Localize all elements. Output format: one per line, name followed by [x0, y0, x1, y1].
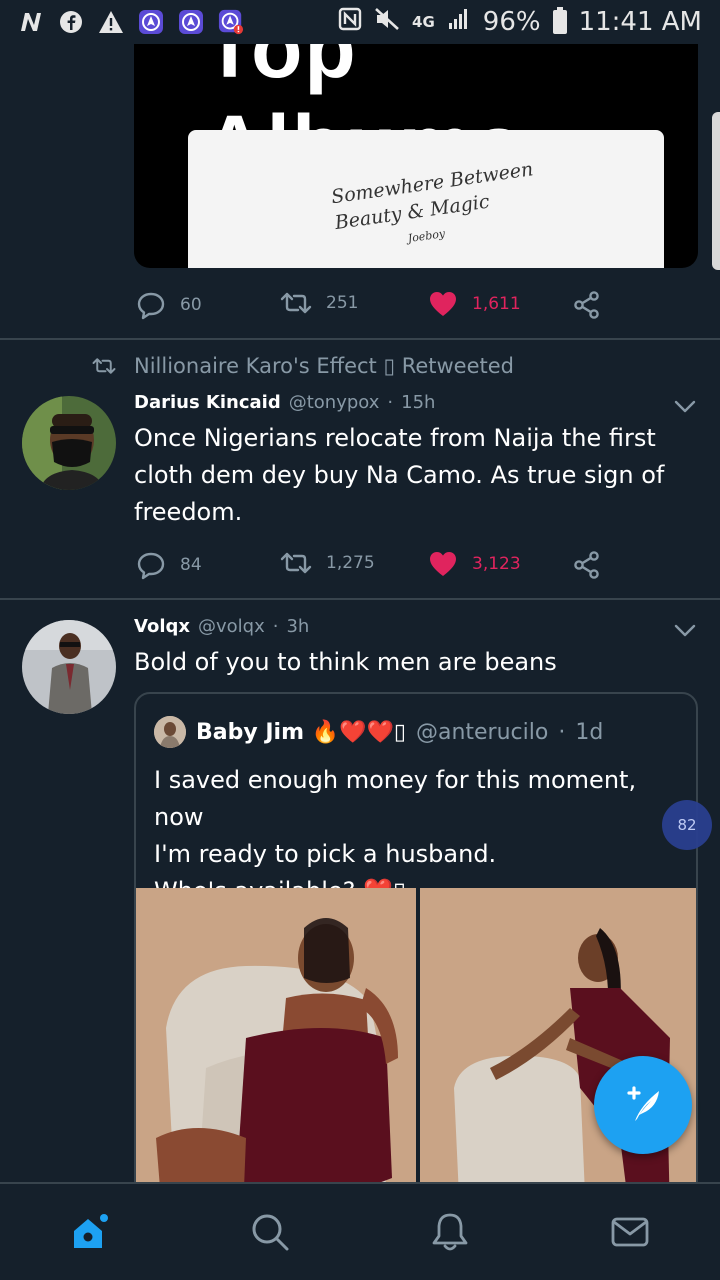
quoted-tweet-header: Baby Jim 🔥❤️❤️▯ @anterucilo · 1d [154, 716, 603, 748]
share-icon [574, 551, 599, 579]
clock: 11:41 AM [578, 7, 702, 37]
avatar[interactable] [22, 620, 116, 714]
share-button[interactable] [572, 550, 602, 580]
search-icon [252, 1214, 289, 1251]
retweeted-by-label: Nillionaire Karo's Effect ▯ Retweeted [134, 354, 514, 378]
reply-icon [137, 292, 165, 320]
separator: · [272, 616, 279, 637]
tweet-header: Volqx @volqx · 3h [134, 616, 309, 637]
retweet-count: 1,275 [326, 553, 375, 573]
reply-button[interactable]: 84 [136, 550, 202, 580]
quoted-text-line: I saved enough money for this moment, no… [154, 766, 637, 831]
tweet-divider [0, 338, 720, 340]
display-name: Baby Jim 🔥❤️❤️▯ [196, 719, 406, 745]
timestamp: 1d [575, 719, 604, 745]
like-button[interactable]: 1,611 [428, 290, 521, 318]
handle: @anterucilo [415, 719, 549, 745]
n-app-icon [18, 9, 44, 35]
network-type: 4G [412, 13, 435, 31]
warning-icon [98, 9, 124, 35]
retweet-icon [92, 358, 116, 374]
handle[interactable]: @tonypox [289, 392, 380, 413]
heart-filled-icon [430, 552, 456, 576]
compose-feather-icon [627, 1086, 659, 1121]
reply-count: 60 [180, 295, 202, 315]
like-count: 1,611 [472, 294, 521, 314]
display-name[interactable]: Darius Kincaid [134, 392, 281, 413]
nfc-icon [338, 7, 362, 38]
retweet-count: 251 [326, 293, 359, 313]
quoted-media-image[interactable] [420, 888, 696, 1210]
adjacent-media-edge [712, 112, 720, 270]
notification-icons [18, 9, 244, 35]
app-badge-icon [138, 9, 164, 35]
bottom-navigation [0, 1182, 720, 1280]
timestamp: 15h [401, 392, 436, 413]
app-badge-alert-icon [218, 9, 244, 35]
mute-icon [374, 7, 400, 38]
chevron-down-icon[interactable] [672, 620, 698, 640]
compose-tweet-button[interactable] [594, 1056, 692, 1154]
retweet-icon [280, 552, 312, 574]
tweet-divider [0, 598, 720, 600]
timestamp: 3h [286, 616, 310, 637]
nav-notifications[interactable] [428, 1210, 472, 1254]
signal-icon [447, 7, 471, 38]
avatar [154, 716, 186, 748]
tweet-text: Bold of you to think men are beans [134, 648, 557, 676]
tweet-media-image[interactable]: Top Albums Somewhere Between Beauty & Ma… [134, 44, 698, 268]
app-badge-icon [178, 9, 204, 35]
floating-counter-badge[interactable]: 82 [662, 800, 712, 850]
reply-count: 84 [180, 555, 202, 575]
facebook-icon [58, 9, 84, 35]
system-indicators: 4G 96% 11:41 AM [338, 7, 702, 38]
home-icon [74, 1214, 108, 1248]
tweet-header: Darius Kincaid @tonypox · 15h [134, 392, 435, 413]
handle[interactable]: @volqx [198, 616, 265, 637]
heart-filled-icon [430, 292, 456, 316]
tweet-text: Once Nigerians relocate from Naija the f… [134, 424, 665, 526]
nav-messages[interactable] [608, 1210, 652, 1254]
retweet-button[interactable]: 251 [280, 290, 358, 316]
like-count: 3,123 [472, 554, 521, 574]
retweet-icon [280, 292, 312, 314]
battery-icon [552, 7, 567, 34]
display-name[interactable]: Volqx [134, 616, 190, 637]
chevron-down-icon[interactable] [672, 396, 698, 416]
tweet-actions: 84 1,275 3,123 [136, 544, 616, 584]
quoted-media-image[interactable] [136, 888, 416, 1210]
separator: · [387, 392, 394, 413]
tweet-actions: 60 251 1,611 [136, 284, 616, 324]
separator: · [558, 719, 566, 745]
share-icon [574, 291, 599, 319]
quoted-text-line: I'm ready to pick a husband. [154, 840, 497, 868]
share-button[interactable] [572, 290, 602, 320]
reply-icon [137, 552, 165, 580]
retweet-button[interactable]: 1,275 [280, 550, 375, 576]
reply-button[interactable]: 60 [136, 290, 202, 320]
nav-home[interactable] [68, 1210, 112, 1254]
like-button[interactable]: 3,123 [428, 550, 521, 578]
battery-percent: 96% [482, 7, 541, 37]
status-bar: 4G 96% 11:41 AM [0, 0, 720, 44]
avatar[interactable] [22, 396, 116, 490]
messages-icon [611, 1217, 649, 1247]
retweeted-by[interactable]: Nillionaire Karo's Effect ▯ Retweeted [92, 354, 514, 378]
nav-search[interactable] [248, 1210, 292, 1254]
notifications-icon [432, 1213, 468, 1251]
